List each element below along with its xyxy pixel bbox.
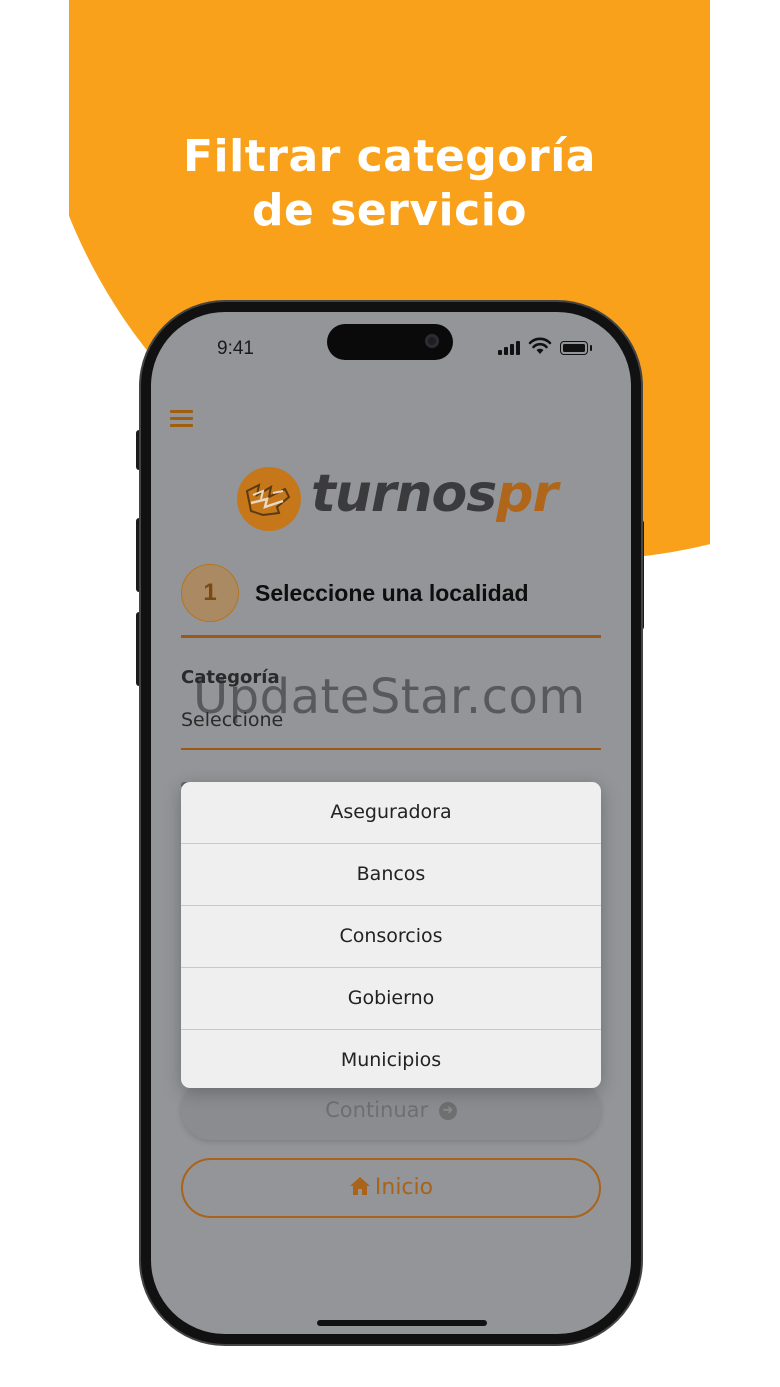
promo-headline: Filtrar categoría de servicio — [69, 130, 710, 238]
step-number-badge: 1 — [181, 564, 239, 622]
cellular-signal-icon — [498, 339, 524, 355]
turnospr-logo-text: turnospr — [311, 464, 558, 524]
headline-line-2: de servicio — [251, 185, 528, 236]
right-margin — [710, 0, 780, 1387]
dynamic-island — [327, 324, 453, 360]
home-button[interactable]: Inicio — [181, 1158, 601, 1218]
step-title: Seleccione una localidad — [255, 580, 529, 606]
logo-text-accent: pr — [496, 464, 558, 524]
dropdown-option-gobierno[interactable]: Gobierno — [181, 968, 601, 1030]
headline-line-1: Filtrar categoría — [182, 131, 596, 182]
step-divider — [181, 635, 601, 638]
wifi-icon — [528, 337, 552, 354]
home-button-label: Inicio — [374, 1175, 434, 1200]
dropdown-option-consorcios[interactable]: Consorcios — [181, 906, 601, 968]
left-margin — [0, 0, 69, 1387]
continue-button[interactable]: Continuar ➜ — [181, 1080, 601, 1140]
battery-icon — [560, 341, 592, 355]
logo-mark-icon — [245, 483, 291, 517]
dropdown-option-municipios[interactable]: Municipios — [181, 1030, 601, 1088]
arrow-circle-right-icon: ➜ — [438, 1102, 457, 1120]
dropdown-option-bancos[interactable]: Bancos — [181, 844, 601, 906]
turnospr-logo-icon — [237, 467, 301, 531]
status-time: 9:41 — [217, 338, 254, 359]
phone-frame: 9:41 turnospr 1 Seleccione una localidad… — [141, 302, 641, 1344]
hamburger-icon[interactable] — [170, 410, 194, 428]
continue-button-label: Continuar — [325, 1098, 429, 1122]
category-dropdown-menu: Aseguradora Bancos Consorcios Gobierno M… — [181, 782, 601, 1088]
camera-icon — [425, 334, 439, 348]
dropdown-option-aseguradora[interactable]: Aseguradora — [181, 782, 601, 844]
home-icon — [349, 1177, 370, 1195]
home-indicator — [317, 1320, 487, 1326]
logo-text-main: turnos — [311, 464, 497, 524]
category-underline — [181, 748, 601, 750]
phone-screen: 9:41 turnospr 1 Seleccione una localidad… — [151, 312, 631, 1334]
watermark-text: UpdateStar.com — [193, 669, 586, 725]
